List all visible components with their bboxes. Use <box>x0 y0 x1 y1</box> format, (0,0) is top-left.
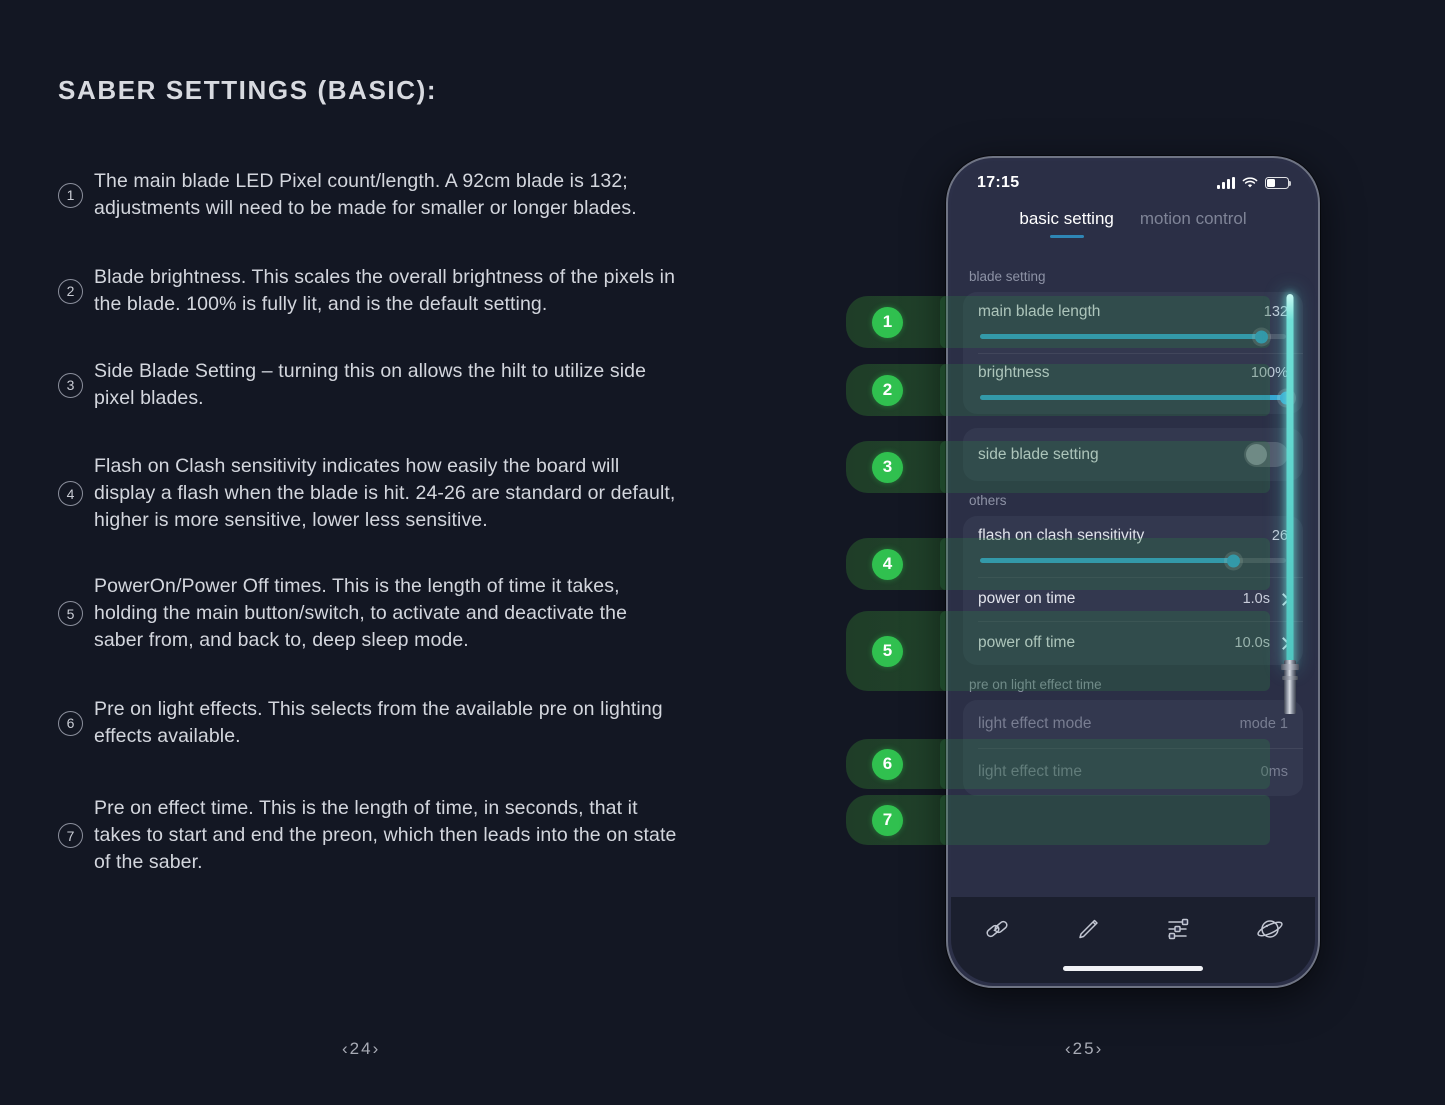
callout-badge: 3 <box>872 451 903 483</box>
list-item-text: Side Blade Setting – turning this on all… <box>94 360 647 409</box>
section-header-others: others <box>969 493 1007 508</box>
row-value: 0ms <box>1260 764 1288 780</box>
row-value: 132 <box>1263 304 1288 320</box>
row-head: light effect mode mode 1 <box>978 715 1288 733</box>
numbered-explanation-list: 1 The main blade LED Pixel count/length.… <box>58 168 678 902</box>
planet-icon <box>1256 920 1283 938</box>
row-head: side blade setting <box>978 442 1288 467</box>
settings-content: blade setting main blade length 132 brig… <box>951 257 1315 897</box>
page-number-right[interactable]: ‹25› <box>1065 1039 1103 1059</box>
chain-link-icon <box>985 920 1008 938</box>
tabbar-item-link[interactable] <box>951 914 1042 944</box>
list-item-text: Blade brightness. This scales the overal… <box>94 266 676 315</box>
list-item: 4 Flash on Clash sensitivity indicates h… <box>58 453 678 534</box>
callout-badge: 4 <box>872 548 903 580</box>
row-label: power on time <box>978 590 1076 607</box>
signal-bars-icon <box>1217 177 1235 189</box>
page-root: SABER SETTINGS (BASIC): 1 The main blade… <box>0 0 1445 1105</box>
chevron-right-icon <box>1277 592 1290 606</box>
callout-badge: 1 <box>872 306 903 338</box>
row-head: main blade length 132 <box>978 303 1288 321</box>
battery-icon <box>1265 177 1292 189</box>
list-item-number: 6 <box>58 710 83 736</box>
row-side-blade-setting[interactable]: side blade setting <box>963 428 1303 481</box>
sliders-icon <box>1167 918 1188 940</box>
list-item: 7 Pre on effect time. This is the length… <box>58 795 678 876</box>
status-icons <box>1217 177 1292 189</box>
row-value: 26 <box>1271 528 1288 544</box>
list-item-number: 1 <box>58 182 83 208</box>
list-item-text: Pre on effect time. This is the length o… <box>94 797 677 873</box>
flash-on-clash-slider[interactable] <box>980 554 1286 567</box>
chevron-right-icon <box>1277 636 1290 650</box>
list-item: 6 Pre on light effects. This selects fro… <box>58 696 678 750</box>
list-item: 5 PowerOn/Power Off times. This is the l… <box>58 573 678 654</box>
row-power-off-time[interactable]: power off time 10.0s <box>963 621 1303 665</box>
section-header-pre-on-light-effect-time: pre on light effect time <box>969 677 1102 692</box>
section-header-blade-setting: blade setting <box>969 269 1046 284</box>
list-item-number: 7 <box>58 823 83 848</box>
tabbar-item-saber[interactable] <box>1042 914 1133 944</box>
list-item-text: Pre on light effects. This selects from … <box>94 698 663 747</box>
row-value: mode 1 <box>1239 716 1288 732</box>
status-time: 17:15 <box>977 174 1020 191</box>
tabbar-item-planet[interactable] <box>1224 914 1315 944</box>
list-item: 3 Side Blade Setting – turning this on a… <box>58 358 678 412</box>
tabbar-item-sliders[interactable] <box>1133 914 1224 944</box>
callout-badge: 6 <box>872 748 903 780</box>
row-flash-on-clash[interactable]: flash on clash sensitivity 26 <box>963 516 1303 577</box>
list-item: 1 The main blade LED Pixel count/length.… <box>58 168 678 222</box>
row-value: 100% <box>1250 365 1288 381</box>
row-value: 10.0s <box>1234 635 1270 651</box>
row-label: power off time <box>978 634 1076 651</box>
row-label: main blade length <box>978 303 1101 320</box>
callout-badge: 7 <box>872 804 903 836</box>
row-main-blade-length[interactable]: main blade length 132 <box>963 292 1303 353</box>
list-item: 2 Blade brightness. This scales the over… <box>58 264 678 318</box>
home-indicator <box>1063 966 1203 971</box>
card-pre-on-light-effect: light effect mode mode 1 light effect ti… <box>963 700 1303 796</box>
saber-wand-icon <box>1078 919 1098 939</box>
brightness-slider[interactable] <box>980 391 1293 404</box>
side-blade-toggle[interactable] <box>1244 442 1288 467</box>
list-item-text: The main blade LED Pixel count/length. A… <box>94 170 637 219</box>
list-item-number: 2 <box>58 278 83 304</box>
main-blade-length-slider[interactable] <box>980 330 1286 343</box>
row-head: flash on clash sensitivity 26 <box>978 527 1288 545</box>
page-title: SABER SETTINGS (BASIC): <box>58 75 438 105</box>
row-head: brightness 100% <box>978 364 1288 382</box>
row-label: flash on clash sensitivity <box>978 527 1145 544</box>
top-tab-bar: basic setting motion control <box>951 209 1315 238</box>
list-item-text: PowerOn/Power Off times. This is the len… <box>94 575 628 651</box>
row-label: side blade setting <box>978 445 1099 463</box>
row-light-effect-mode[interactable]: light effect mode mode 1 <box>963 700 1303 748</box>
callout-badge: 5 <box>872 635 903 667</box>
phone-mockup: 17:15 basic setting motion control blade… <box>946 156 1320 988</box>
row-head: light effect time 0ms <box>978 763 1288 781</box>
tab-motion-control[interactable]: motion control <box>1140 209 1247 238</box>
status-bar: 17:15 <box>951 161 1315 205</box>
list-item-text: Flash on Clash sensitivity indicates how… <box>94 455 676 531</box>
list-item-number: 4 <box>58 481 83 506</box>
wifi-icon <box>1242 177 1258 188</box>
row-label: light effect time <box>978 763 1082 780</box>
row-brightness[interactable]: brightness 100% <box>963 353 1303 414</box>
row-value: 1.0s <box>1242 591 1270 607</box>
page-number-left[interactable]: ‹24› <box>342 1039 380 1059</box>
phone-screen: 17:15 basic setting motion control blade… <box>951 161 1315 983</box>
card-blade-setting: main blade length 132 brightness 100% <box>963 292 1303 414</box>
card-others: flash on clash sensitivity 26 power on t… <box>963 516 1303 665</box>
row-power-on-time[interactable]: power on time 1.0s <box>963 577 1303 621</box>
row-label: light effect mode <box>978 715 1092 732</box>
row-label: brightness <box>978 364 1050 381</box>
list-item-number: 5 <box>58 601 83 626</box>
callout-badge: 2 <box>872 374 903 406</box>
card-side-blade: side blade setting <box>963 428 1303 481</box>
bottom-tab-bar <box>951 897 1315 983</box>
row-head: power on time 1.0s <box>978 590 1290 608</box>
tab-basic-setting[interactable]: basic setting <box>1019 209 1114 238</box>
row-head: power off time 10.0s <box>978 634 1290 652</box>
list-item-number: 3 <box>58 372 83 398</box>
row-light-effect-time[interactable]: light effect time 0ms <box>963 748 1303 796</box>
